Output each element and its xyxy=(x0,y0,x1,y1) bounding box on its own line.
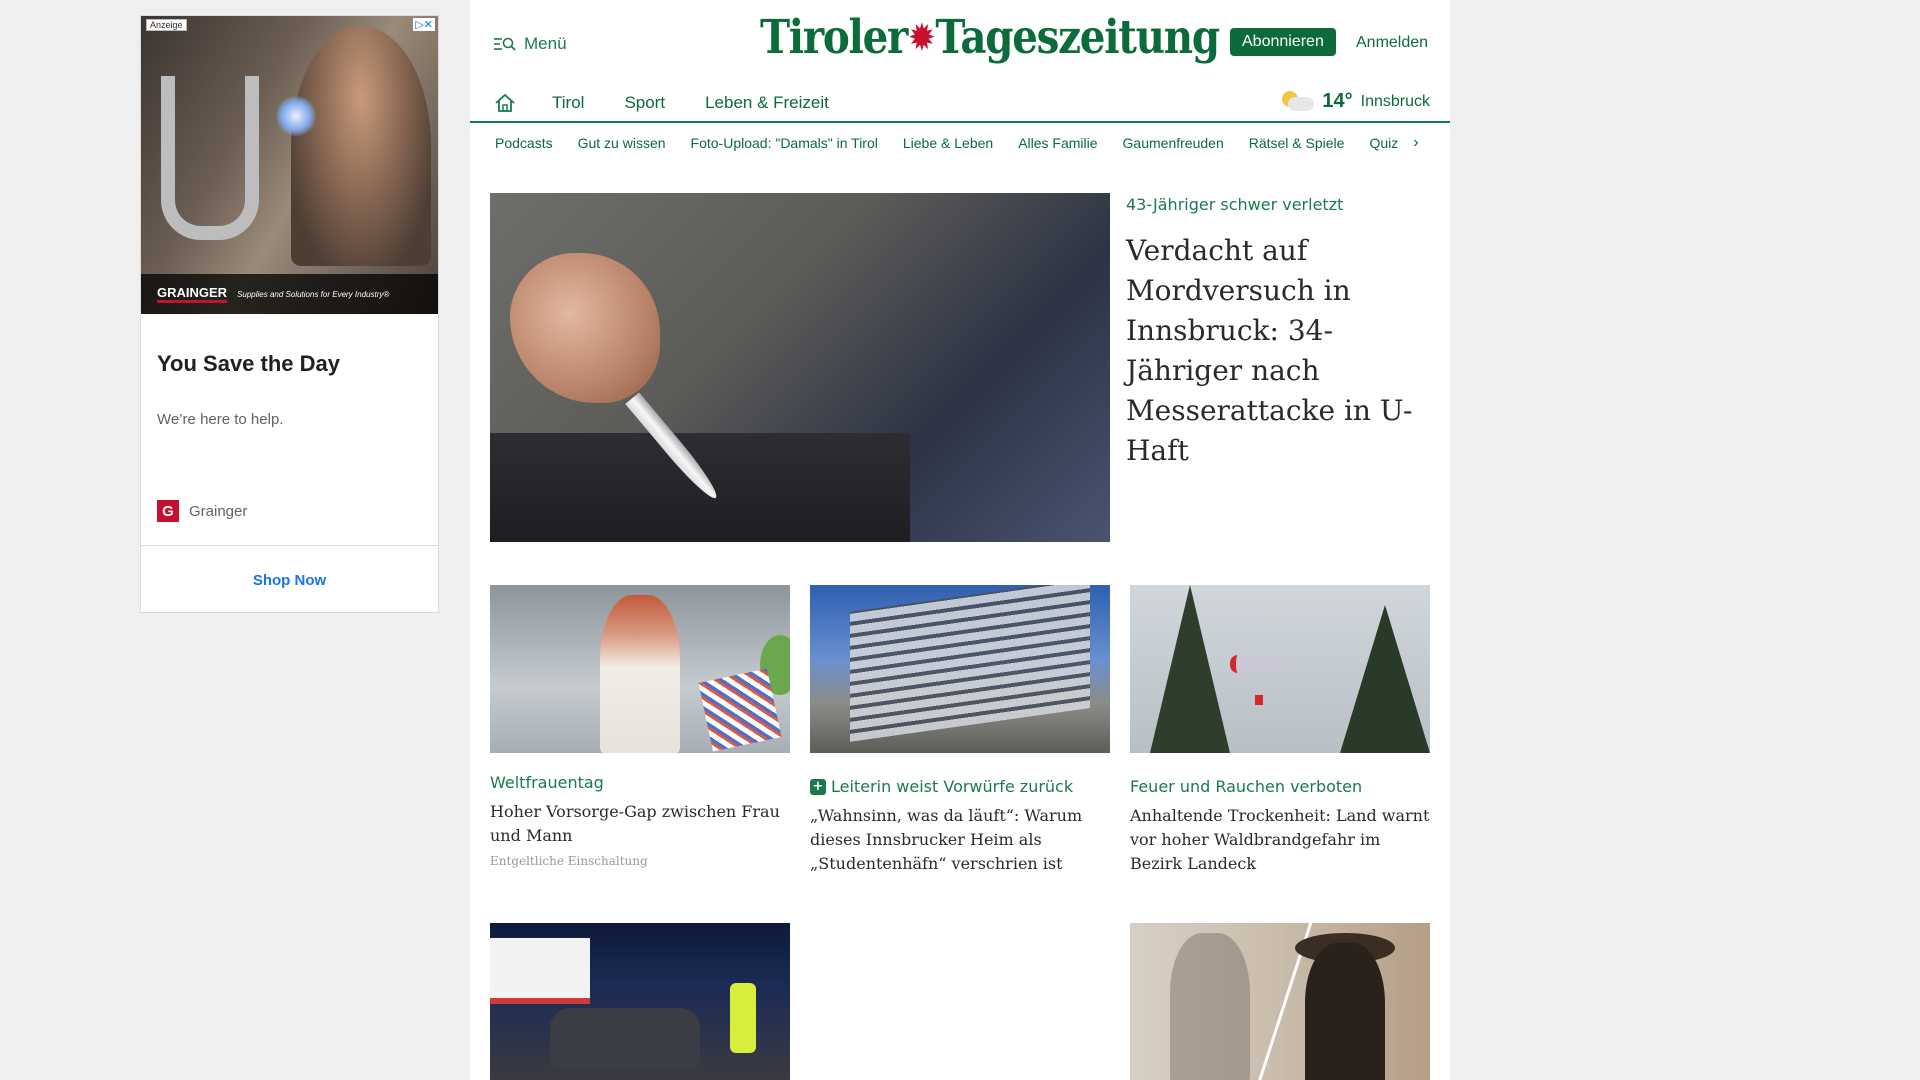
menu-label: Menü xyxy=(524,34,567,53)
subnav-item-gut-zu-wissen[interactable]: Gut zu wissen xyxy=(578,135,666,151)
article-title[interactable]: Hoher Vorsorge-Gap zwischen Frau und Man… xyxy=(490,800,790,848)
subnav-item-raetsel-spiele[interactable]: Rätsel & Spiele xyxy=(1249,135,1345,151)
weather-temperature: 14° xyxy=(1322,90,1353,112)
nav-item-leben-freizeit[interactable]: Leben & Freizeit xyxy=(705,93,829,113)
nav-item-sport[interactable]: Sport xyxy=(624,93,665,113)
subnav-item-gaumenfreuden[interactable]: Gaumenfreuden xyxy=(1123,135,1224,151)
site-logo[interactable]: Tiroler ✹ Tageszeitung xyxy=(760,10,1220,65)
premium-plus-icon: + xyxy=(810,778,826,795)
weather-widget[interactable]: 14° Innsbruck xyxy=(1282,90,1430,113)
ad-headline[interactable]: You Save the Day xyxy=(157,351,438,377)
article-card[interactable] xyxy=(490,923,790,1080)
article-card[interactable]: Feuer und Rauchen verboten Anhaltende Tr… xyxy=(1130,585,1430,876)
subnav-item-foto-upload[interactable]: Foto-Upload: "Damals" in Tirol xyxy=(691,135,878,151)
menu-button[interactable]: Menü xyxy=(493,34,567,54)
subnav-item-podcasts[interactable]: Podcasts xyxy=(495,135,553,151)
ad-brand-slogan: Supplies and Solutions for Every Industr… xyxy=(237,289,390,299)
hero-image-hand xyxy=(510,253,660,403)
hero-article[interactable]: 43-Jähriger schwer verletzt Verdacht auf… xyxy=(490,193,1430,542)
site-header: Menü Tiroler ✹ Tageszeitung Abonnieren A… xyxy=(470,0,1450,84)
ad-flashlight-graphic xyxy=(276,96,316,136)
article-title[interactable]: Anhaltende Trockenheit: Land warnt vor h… xyxy=(1130,804,1430,876)
chevron-right-icon[interactable]: › xyxy=(1413,134,1418,152)
ad-brand-bar: GRAINGER Supplies and Solutions for Ever… xyxy=(141,274,438,314)
grainger-logo-icon: G xyxy=(157,500,179,522)
article-image[interactable] xyxy=(490,923,790,1080)
main-navigation: Tirol Sport Leben & Freizeit 14° Innsbru… xyxy=(470,84,1450,123)
ad-brand-name: GRAINGER xyxy=(157,285,228,303)
partly-cloudy-icon xyxy=(1282,90,1315,113)
main-content: Menü Tiroler ✹ Tageszeitung Abonnieren A… xyxy=(470,0,1450,1080)
article-image[interactable] xyxy=(810,585,1110,753)
ad-divider xyxy=(141,545,438,546)
ad-label: Anzeige xyxy=(146,19,187,31)
subscribe-button[interactable]: Abonnieren xyxy=(1230,28,1336,56)
article-kicker[interactable]: Feuer und Rauchen verboten xyxy=(1130,777,1430,796)
logo-text-left: Tiroler xyxy=(760,10,908,65)
sponsored-note: Entgeltliche Einschaltung xyxy=(490,854,648,868)
login-link[interactable]: Anmelden xyxy=(1356,34,1428,52)
article-kicker[interactable]: + Leiterin weist Vorwürfe zurück xyxy=(810,777,1110,796)
hero-kicker[interactable]: 43-Jähriger schwer verletzt xyxy=(1126,195,1343,214)
home-icon[interactable] xyxy=(494,93,516,113)
subnav-item-quiz[interactable]: Quiz xyxy=(1369,135,1398,151)
ad-person-graphic xyxy=(291,26,431,266)
ad-choices-icon[interactable]: ▷✕ xyxy=(413,18,435,31)
logo-text-right: Tageszeitung xyxy=(935,10,1220,65)
subnav-item-alles-familie[interactable]: Alles Familie xyxy=(1018,135,1097,151)
ad-pipe-graphic xyxy=(161,76,259,240)
ad-advertiser-name: Grainger xyxy=(189,502,248,520)
hero-title[interactable]: Verdacht auf Mordversuch in Innsbruck: 3… xyxy=(1126,231,1436,471)
hero-image[interactable] xyxy=(490,193,1110,542)
sub-navigation: Podcasts Gut zu wissen Foto-Upload: "Dam… xyxy=(470,123,1450,162)
nav-item-tirol[interactable]: Tirol xyxy=(552,93,584,113)
weather-city: Innsbruck xyxy=(1360,92,1430,110)
ad-advertiser[interactable]: G Grainger xyxy=(157,500,438,522)
article-card[interactable] xyxy=(1130,923,1430,1080)
advertisement[interactable]: Anzeige ▷✕ GRAINGER Supplies and Solutio… xyxy=(140,15,439,613)
ad-image[interactable]: Anzeige ▷✕ GRAINGER Supplies and Solutio… xyxy=(141,16,438,314)
article-kicker-text: Weltfrauentag xyxy=(490,773,604,792)
shop-now-button[interactable]: Shop Now xyxy=(141,572,438,589)
article-card[interactable]: Weltfrauentag Hoher Vorsorge-Gap zwische… xyxy=(490,585,790,868)
article-kicker-text: Leiterin weist Vorwürfe zurück xyxy=(831,777,1074,796)
eagle-icon: ✹ xyxy=(909,17,935,58)
article-card[interactable]: + Leiterin weist Vorwürfe zurück „Wahnsi… xyxy=(810,585,1110,876)
article-title[interactable]: „Wahnsinn, was da läuft“: Warum dieses I… xyxy=(810,804,1110,876)
article-kicker[interactable]: Weltfrauentag xyxy=(490,773,790,792)
subnav-item-liebe-leben[interactable]: Liebe & Leben xyxy=(903,135,993,151)
article-image[interactable] xyxy=(490,585,790,753)
ad-subline: We’re here to help. xyxy=(157,411,284,428)
article-image[interactable] xyxy=(1130,923,1430,1080)
article-image[interactable] xyxy=(1130,585,1430,753)
article-kicker-text: Feuer und Rauchen verboten xyxy=(1130,777,1363,796)
menu-search-icon xyxy=(494,37,516,51)
